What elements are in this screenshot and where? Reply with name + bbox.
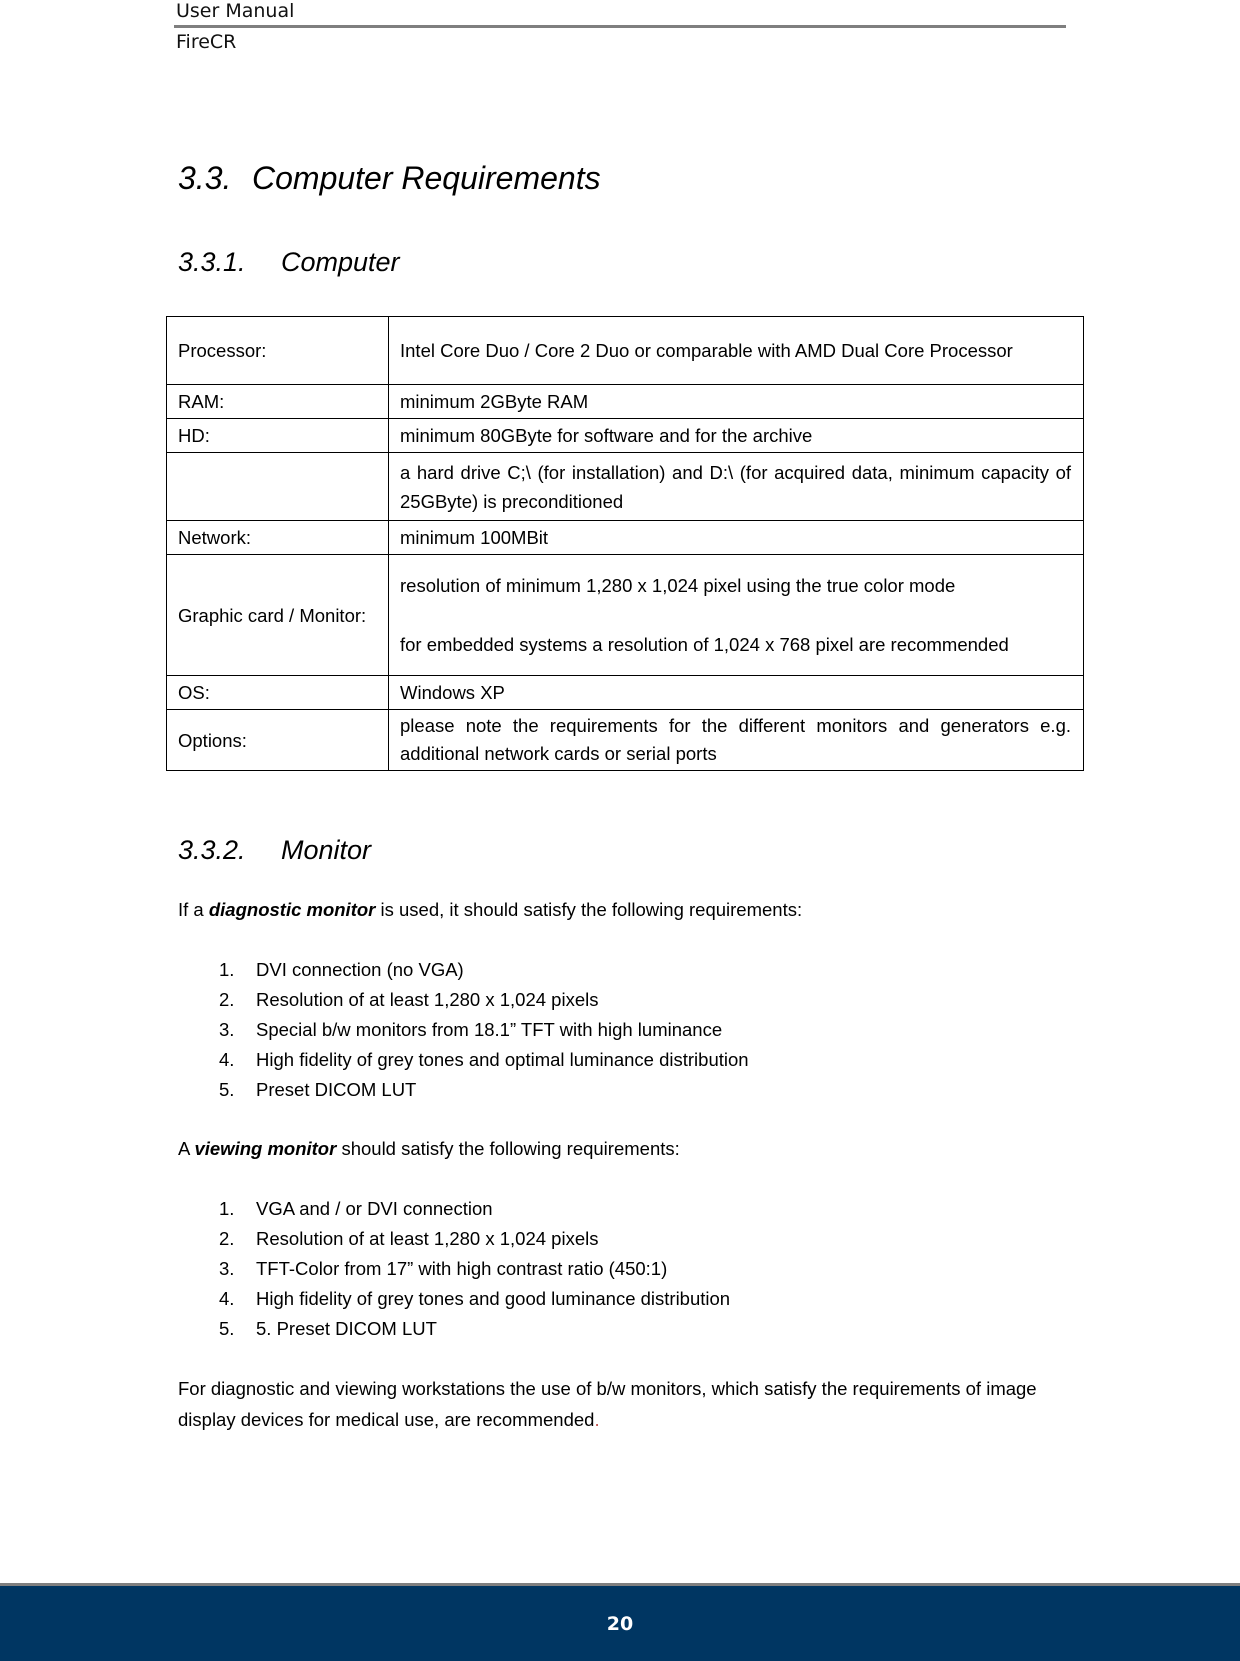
row-key: OS: (166, 675, 389, 710)
list-item: 1. DVI connection (no VGA) (219, 959, 464, 980)
section-heading: 3.3. Computer Requirements (178, 160, 601, 197)
row-key: RAM: (166, 384, 389, 419)
table-row: HD: minimum 80GByte for software and for… (166, 418, 1084, 453)
list-item: 5. Preset DICOM LUT (219, 1079, 417, 1100)
computer-requirements-table: Processor: Intel Core Duo / Core 2 Duo o… (166, 316, 1084, 771)
row-value: please note the requirements for the dif… (388, 709, 1084, 771)
monitor-number: 3.3.2. (178, 835, 246, 865)
footer-bar: 20 (0, 1586, 1240, 1661)
list-item: 3. TFT-Color from 17” with high contrast … (219, 1258, 668, 1279)
diagnostic-monitor-term: diagnostic monitor (208, 899, 376, 920)
viewing-monitor-term: viewing monitor (194, 1138, 337, 1159)
diagnostic-intro: If a diagnostic monitor is used, it shou… (178, 899, 802, 921)
list-item: 4. High fidelity of grey tones and optima… (219, 1049, 749, 1070)
computer-title: Computer (281, 247, 400, 277)
row-key: Graphic card / Monitor: (166, 554, 389, 676)
row-value-line-1: resolution of minimum 1,280 x 1,024 pixe… (400, 575, 956, 596)
row-value-line-2: for embedded systems a resolution of 1,0… (400, 634, 1009, 655)
list-item: 5. 5. Preset DICOM LUT (219, 1318, 437, 1339)
list-item: 2. Resolution of at least 1,280 x 1,024 p… (219, 1228, 599, 1249)
computer-heading: 3.3.1. Computer (178, 247, 400, 278)
table-row: OS: Windows XP (166, 675, 1084, 710)
diagnostic-requirements-list: 1. DVI connection (no VGA) 2. Resolution o… (219, 955, 749, 1105)
header-product: FireCR (176, 31, 237, 53)
list-item: 1. VGA and / or DVI connection (219, 1198, 493, 1219)
row-value: Windows XP (388, 675, 1084, 710)
intro-text: is used, it should satisfy the following… (375, 899, 803, 920)
page-number: 20 (606, 1612, 634, 1635)
row-value: minimum 100MBit (388, 520, 1084, 555)
closing-period: . (594, 1409, 600, 1430)
row-key: Network: (166, 520, 389, 555)
intro-text: If a (178, 899, 209, 920)
table-row: Graphic card / Monitor: resolution of mi… (166, 554, 1084, 676)
section-number: 3.3. (178, 160, 232, 196)
header-doc-type: User Manual (176, 0, 295, 22)
monitor-heading: 3.3.2. Monitor (178, 835, 371, 866)
row-value: resolution of minimum 1,280 x 1,024 pixe… (388, 554, 1084, 676)
computer-number: 3.3.1. (178, 247, 246, 277)
viewing-intro: A viewing monitor should satisfy the fol… (178, 1138, 680, 1160)
row-key: Processor: (166, 316, 389, 385)
viewing-requirements-list: 1. VGA and / or DVI connection 2. Resoluti… (219, 1194, 730, 1344)
intro-text: should satisfy the following requirement… (336, 1138, 680, 1159)
table-row: RAM: minimum 2GByte RAM (166, 384, 1084, 419)
intro-text: A (178, 1138, 195, 1159)
section-title: Computer Requirements (252, 160, 601, 196)
monitor-title: Monitor (281, 835, 372, 865)
row-value: Intel Core Duo / Core 2 Duo or comparabl… (388, 316, 1084, 385)
row-value: a hard drive C;\ (for installation) and … (388, 452, 1084, 521)
table-row: Options: please note the requirements fo… (166, 709, 1084, 771)
row-key (166, 452, 389, 521)
row-value: minimum 80GByte for software and for the… (388, 418, 1084, 453)
list-item: 3. Special b/w monitors from 18.1” TFT wi… (219, 1019, 723, 1040)
list-item: 2. Resolution of at least 1,280 x 1,024 p… (219, 989, 599, 1010)
table-row: a hard drive C;\ (for installation) and … (166, 452, 1084, 521)
header-divider (174, 25, 1066, 28)
table-row: Network: minimum 100MBit (166, 520, 1084, 555)
closing-text: For diagnostic and viewing workstations … (178, 1378, 1037, 1430)
closing-paragraph: For diagnostic and viewing workstations … (178, 1373, 1078, 1435)
row-key: HD: (166, 418, 389, 453)
table-row: Processor: Intel Core Duo / Core 2 Duo o… (166, 316, 1084, 385)
row-key: Options: (166, 709, 389, 771)
list-item: 4. High fidelity of grey tones and good l… (219, 1288, 731, 1309)
row-value: minimum 2GByte RAM (388, 384, 1084, 419)
